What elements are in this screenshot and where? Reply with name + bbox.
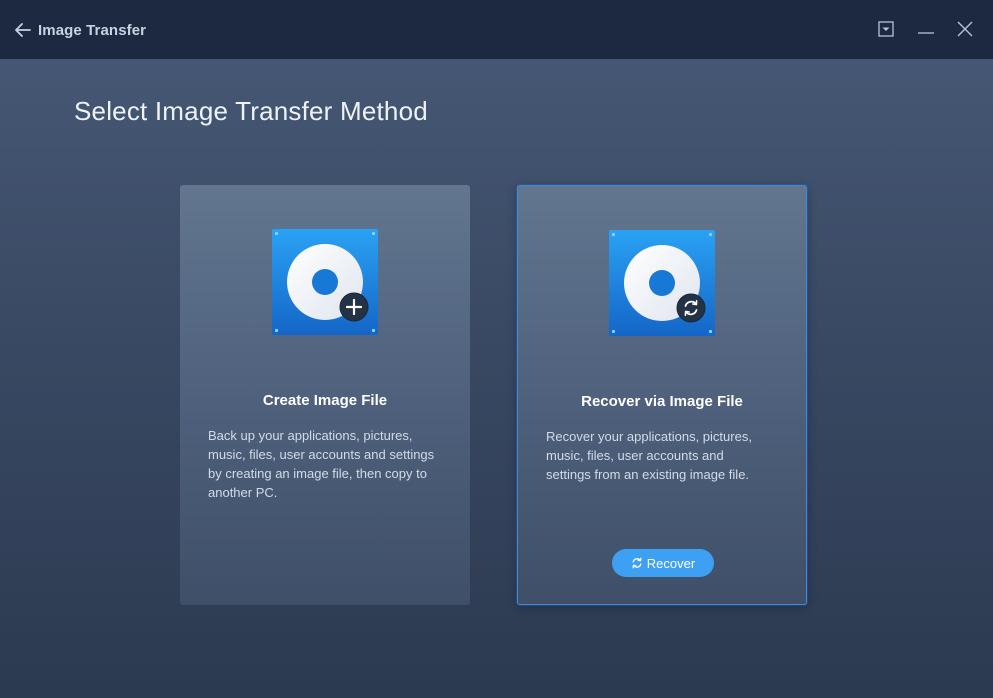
create-image-file-card[interactable]: Create Image File Back up your applicati… [180,185,470,605]
card-description: Recover your applications, pictures, mus… [546,429,752,482]
recover-via-image-file-card[interactable]: Recover via Image File Recover your appl… [517,185,807,605]
minimize-button[interactable] [916,19,936,39]
arrow-left-icon [14,22,32,38]
disk-refresh-icon [609,230,715,336]
title-bar: Image Transfer [0,0,993,59]
page-title: Select Image Transfer Method [74,96,428,126]
app-title: Image Transfer [38,21,147,39]
recover-button-label: Recover [646,555,696,571]
close-button[interactable] [955,19,975,39]
back-button[interactable]: Image Transfer [14,18,146,42]
card-title: Recover via Image File [581,393,743,410]
close-icon [955,19,975,39]
dropdown-menu-icon [876,19,896,39]
app-window: Image Transfer Select Image Transfer Met… [0,0,993,698]
recover-button[interactable]: Recover [612,549,714,577]
card-description: Back up your applications, pictures, mus… [208,428,435,500]
refresh-icon [631,557,643,569]
menu-button[interactable] [876,19,896,39]
card-title: Create Image File [262,392,388,409]
minimize-icon [916,19,936,39]
disk-plus-icon [272,229,378,335]
